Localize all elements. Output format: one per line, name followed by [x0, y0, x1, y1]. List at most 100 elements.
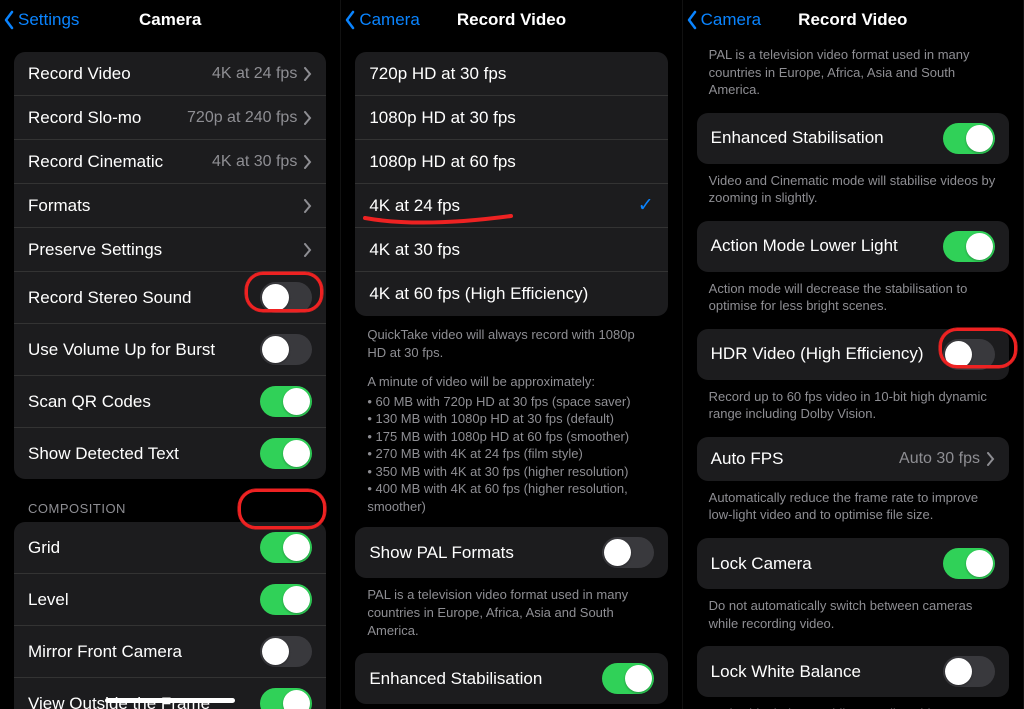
minute-info: A minute of video will be approximately:…	[341, 363, 681, 517]
volume-up-burst-row[interactable]: Use Volume Up for Burst	[14, 324, 326, 376]
row-label: Record Cinematic	[28, 152, 212, 172]
record-slomo-row[interactable]: Record Slo-mo 720p at 240 fps	[14, 96, 326, 140]
enh-stab-desc: Video and Cinematic mode will stabilise …	[683, 164, 1023, 221]
lock-camera-desc: Do not automatically switch between came…	[683, 589, 1023, 646]
back-button[interactable]: Settings	[2, 10, 92, 30]
home-indicator[interactable]	[105, 698, 235, 703]
video-options-list: 720p HD at 30 fps 1080p HD at 30 fps 108…	[355, 52, 667, 316]
checkmark-icon: ✓	[638, 194, 654, 217]
show-detected-text-row[interactable]: Show Detected Text	[14, 428, 326, 479]
chevron-right-icon	[303, 199, 312, 213]
hdr-video-row[interactable]: HDR Video (High Efficiency)	[697, 329, 1009, 380]
row-label: HDR Video (High Efficiency)	[711, 344, 943, 364]
hdr-list: HDR Video (High Efficiency)	[697, 329, 1009, 380]
view-outside-frame-row[interactable]: View Outside the Frame	[14, 678, 326, 709]
row-label: Enhanced Stabilisation	[711, 128, 943, 148]
row-label: Show PAL Formats	[369, 543, 601, 563]
enhanced-stabilisation-row[interactable]: Enhanced Stabilisation	[697, 113, 1009, 164]
record-video-row[interactable]: Record Video 4K at 24 fps	[14, 52, 326, 96]
pal-list: Show PAL Formats	[355, 527, 667, 578]
chevron-left-icon	[343, 10, 357, 30]
toggle[interactable]	[943, 231, 995, 262]
minute-line: 270 MB with 4K at 24 fps (film style)	[367, 445, 655, 463]
nav-bar: Camera Record Video	[341, 0, 681, 44]
chevron-right-icon	[303, 111, 312, 125]
row-detail: 4K at 30 fps	[212, 153, 297, 171]
back-button[interactable]: Camera	[343, 10, 433, 30]
toggle[interactable]	[260, 386, 312, 417]
row-label: Preserve Settings	[28, 240, 303, 260]
nav-bar: Camera Record Video	[683, 0, 1023, 44]
level-row[interactable]: Level	[14, 574, 326, 626]
toggle[interactable]	[943, 123, 995, 154]
row-detail: 4K at 24 fps	[212, 65, 297, 83]
toggle[interactable]	[260, 438, 312, 469]
toggle[interactable]	[260, 334, 312, 365]
chevron-right-icon	[303, 155, 312, 169]
toggle[interactable]	[260, 532, 312, 563]
row-label: Lock White Balance	[711, 662, 943, 682]
action-mode-row[interactable]: Action Mode Lower Light	[697, 221, 1009, 272]
chevron-left-icon	[2, 10, 16, 30]
option-label: 720p HD at 30 fps	[369, 64, 506, 84]
option-label: 4K at 30 fps	[369, 240, 460, 260]
row-label: Record Video	[28, 64, 212, 84]
row-detail: 720p at 240 fps	[187, 109, 297, 127]
toggle[interactable]	[260, 282, 312, 313]
toggle[interactable]	[260, 584, 312, 615]
option-720p-30[interactable]: 720p HD at 30 fps	[355, 52, 667, 96]
row-label: Scan QR Codes	[28, 392, 260, 412]
option-1080p-30[interactable]: 1080p HD at 30 fps	[355, 96, 667, 140]
show-pal-row[interactable]: Show PAL Formats	[355, 527, 667, 578]
toggle[interactable]	[602, 663, 654, 694]
lock-wb-desc: Lock white balance while recording video…	[683, 697, 1023, 709]
option-1080p-60[interactable]: 1080p HD at 60 fps	[355, 140, 667, 184]
scan-qr-row[interactable]: Scan QR Codes	[14, 376, 326, 428]
preserve-settings-row[interactable]: Preserve Settings	[14, 228, 326, 272]
row-label: Record Stereo Sound	[28, 288, 260, 308]
action-mode-desc: Action mode will decrease the stabilisat…	[683, 272, 1023, 329]
minute-header: A minute of video will be approximately:	[367, 373, 655, 391]
formats-row[interactable]: Formats	[14, 184, 326, 228]
toggle[interactable]	[260, 688, 312, 709]
toggle[interactable]	[260, 636, 312, 667]
minute-line: 400 MB with 4K at 60 fps (higher resolut…	[367, 480, 655, 515]
composition-list: Grid Level Mirror Front Camera View Outs…	[14, 522, 326, 709]
enh-stab-list: Enhanced Stabilisation	[355, 653, 667, 704]
lock-camera-list: Lock Camera	[697, 538, 1009, 589]
toggle[interactable]	[943, 656, 995, 687]
toggle[interactable]	[943, 339, 995, 370]
grid-row[interactable]: Grid	[14, 522, 326, 574]
row-label: Use Volume Up for Burst	[28, 340, 260, 360]
option-label: 4K at 24 fps	[369, 196, 460, 216]
option-4k-24[interactable]: 4K at 24 fps ✓	[355, 184, 667, 228]
option-4k-30[interactable]: 4K at 30 fps	[355, 228, 667, 272]
record-stereo-row[interactable]: Record Stereo Sound	[14, 272, 326, 324]
toggle[interactable]	[602, 537, 654, 568]
record-cinematic-row[interactable]: Record Cinematic 4K at 30 fps	[14, 140, 326, 184]
option-4k-60[interactable]: 4K at 60 fps (High Efficiency)	[355, 272, 667, 316]
enh-stab-list: Enhanced Stabilisation	[697, 113, 1009, 164]
nav-bar: Settings Camera	[0, 0, 340, 44]
chevron-right-icon	[303, 243, 312, 257]
row-label: Level	[28, 590, 260, 610]
row-label: Lock Camera	[711, 554, 943, 574]
row-label: Formats	[28, 196, 303, 216]
toggle[interactable]	[943, 548, 995, 579]
enhanced-stabilisation-row[interactable]: Enhanced Stabilisation	[355, 653, 667, 704]
mirror-front-camera-row[interactable]: Mirror Front Camera	[14, 626, 326, 678]
row-label: Mirror Front Camera	[28, 642, 260, 662]
back-button[interactable]: Camera	[685, 10, 775, 30]
back-label: Camera	[359, 10, 419, 30]
auto-fps-desc: Automatically reduce the frame rate to i…	[683, 481, 1023, 538]
chevron-right-icon	[303, 67, 312, 81]
quicktake-note: QuickTake video will always record with …	[341, 316, 681, 363]
back-label: Camera	[701, 10, 761, 30]
pal-desc: PAL is a television video format used in…	[683, 44, 1023, 113]
auto-fps-row[interactable]: Auto FPS Auto 30 fps	[697, 437, 1009, 481]
lock-white-balance-row[interactable]: Lock White Balance	[697, 646, 1009, 697]
option-label: 1080p HD at 30 fps	[369, 108, 515, 128]
minute-line: 350 MB with 4K at 30 fps (higher resolut…	[367, 463, 655, 481]
enh-stab-desc: Video and Cinematic mode will stabilise …	[341, 704, 681, 709]
lock-camera-row[interactable]: Lock Camera	[697, 538, 1009, 589]
